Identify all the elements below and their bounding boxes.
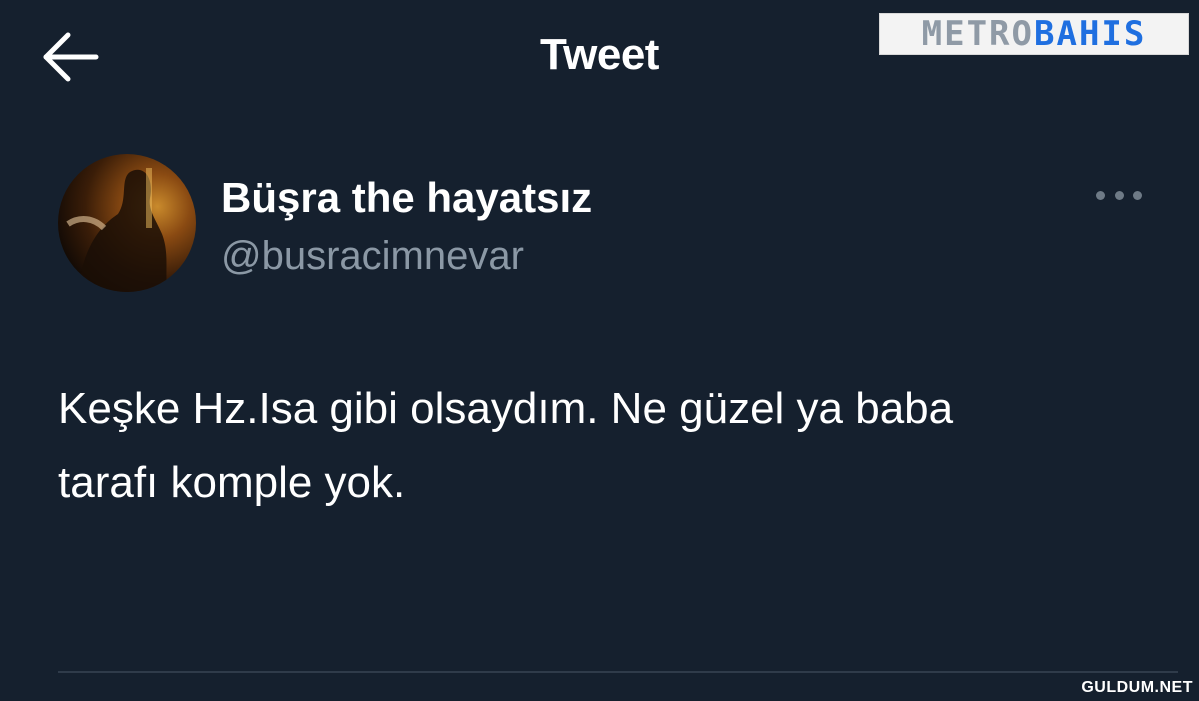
watermark-part-a: METRO bbox=[921, 14, 1034, 54]
divider bbox=[58, 671, 1178, 673]
source-credit: GULDUM.NET bbox=[1081, 679, 1193, 696]
top-bar: Tweet METRO BAHIS bbox=[0, 0, 1199, 120]
more-horizontal-icon bbox=[1114, 190, 1124, 200]
tweet-text-line-1: Keşke Hz.Isa gibi olsaydım. Ne güzel ya … bbox=[58, 384, 954, 433]
tweet-page: Tweet METRO BAHIS Büşra the hayatsız @bus… bbox=[0, 0, 1199, 701]
more-horizontal-icon bbox=[1133, 190, 1142, 200]
user-handle[interactable]: @busracimnevar bbox=[221, 234, 524, 279]
watermark-logo: METRO BAHIS bbox=[879, 13, 1189, 55]
author-block: Büşra the hayatsız @busracimnevar bbox=[58, 154, 1158, 294]
more-options-button[interactable] bbox=[1096, 184, 1142, 206]
watermark-part-b: BAHIS bbox=[1034, 14, 1147, 54]
tweet-text: Keşke Hz.Isa gibi olsaydım. Ne güzel ya … bbox=[58, 372, 1158, 520]
avatar-photo bbox=[58, 168, 168, 292]
avatar[interactable] bbox=[58, 154, 196, 292]
more-horizontal-icon bbox=[1096, 190, 1105, 200]
display-name[interactable]: Büşra the hayatsız bbox=[221, 174, 592, 222]
tweet-text-line-2: tarafı komple yok. bbox=[58, 458, 406, 507]
